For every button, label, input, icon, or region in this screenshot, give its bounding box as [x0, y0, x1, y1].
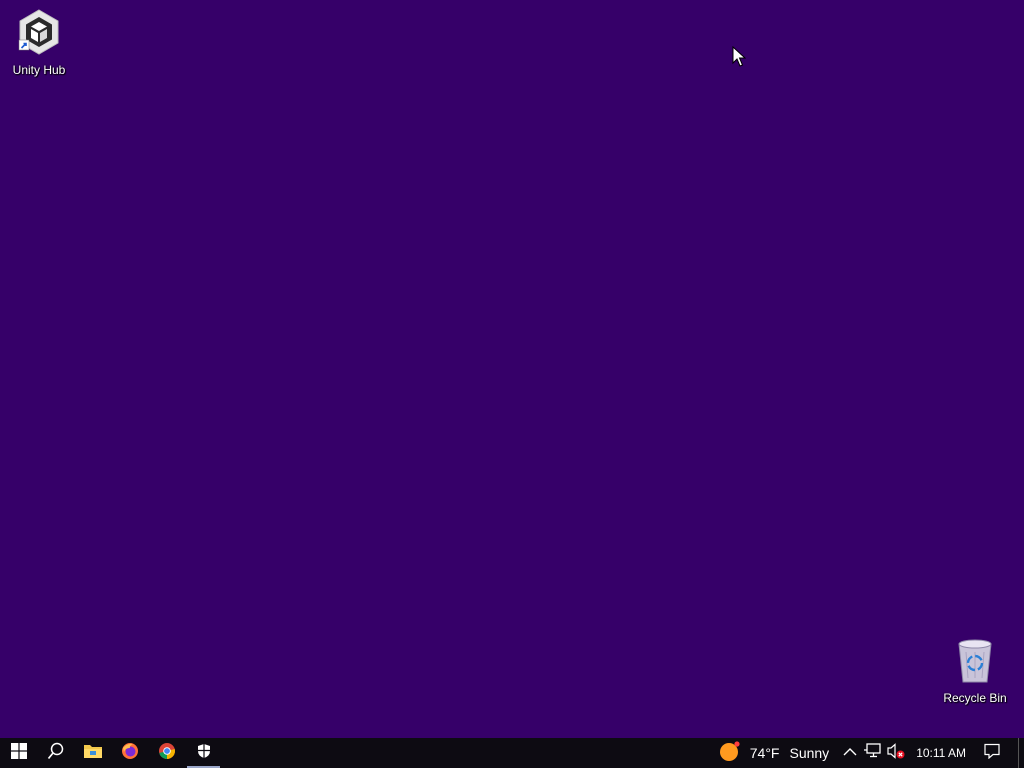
taskbar: 74°F Sunny 10:11 AM — [0, 738, 1024, 768]
system-tray: 74°F Sunny 10:11 AM — [716, 738, 1024, 768]
weather-widget[interactable]: 74°F Sunny — [716, 738, 840, 768]
search-icon — [47, 742, 65, 765]
show-desktop-button[interactable] — [1018, 738, 1024, 768]
weather-condition: Sunny — [789, 745, 830, 761]
chevron-up-icon — [843, 744, 857, 762]
chrome-icon — [158, 742, 176, 765]
weather-temperature: 74°F — [749, 745, 780, 761]
recycle-bin-icon — [953, 638, 997, 689]
action-center-button[interactable] — [974, 738, 1010, 768]
clock[interactable]: 10:11 AM — [908, 746, 974, 760]
firefox-button[interactable] — [111, 738, 148, 768]
file-explorer-button[interactable] — [74, 738, 111, 768]
windows-logo-icon — [10, 742, 27, 764]
firefox-icon — [121, 742, 139, 765]
desktop-icon-unity-hub[interactable]: Unity Hub — [1, 8, 77, 77]
start-button[interactable] — [0, 738, 37, 768]
action-center-icon — [984, 743, 1000, 764]
volume-button[interactable] — [884, 738, 908, 768]
shield-icon — [197, 743, 211, 764]
mouse-cursor-icon — [732, 45, 747, 73]
show-hidden-icons-button[interactable] — [840, 738, 860, 768]
network-button[interactable] — [860, 738, 884, 768]
desktop-icon-label: Recycle Bin — [943, 691, 1007, 705]
desktop-icon-recycle-bin[interactable]: Recycle Bin — [937, 638, 1013, 705]
desktop-icon-label: Unity Hub — [12, 63, 66, 77]
sun-icon — [719, 740, 741, 767]
network-icon — [863, 742, 881, 764]
security-button[interactable] — [185, 738, 222, 768]
desktop[interactable]: Unity Hub Recycle Bin — [0, 0, 1024, 738]
unity-hub-icon — [15, 8, 63, 61]
search-button[interactable] — [37, 738, 74, 768]
volume-muted-icon — [887, 742, 905, 764]
folder-icon — [83, 743, 103, 764]
chrome-button[interactable] — [148, 738, 185, 768]
